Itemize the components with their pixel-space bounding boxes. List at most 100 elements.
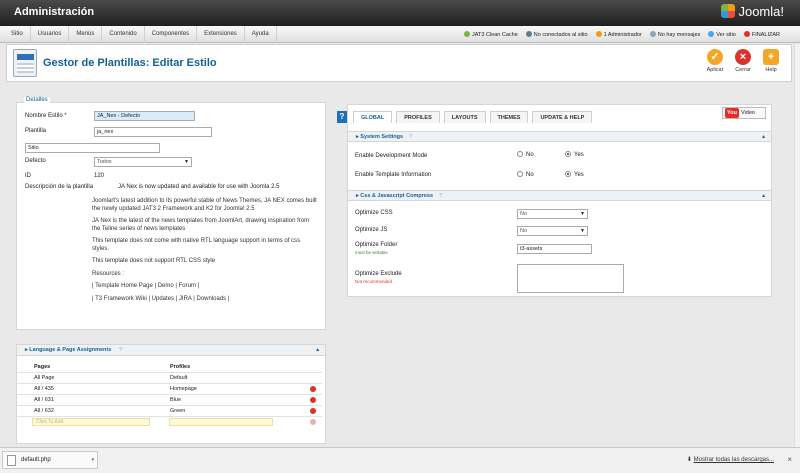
remove-icon	[310, 419, 316, 425]
collapse-icon[interactable]: ▴	[316, 345, 319, 356]
toolbar: Gestor de Plantillas: Editar Estilo ✓ Apl…	[6, 44, 792, 82]
template-label: Plantilla	[25, 128, 47, 134]
close-icon: ×	[735, 49, 751, 65]
template-info-yes-radio[interactable]: Yes	[565, 171, 584, 178]
video-button[interactable]: You Video	[722, 107, 766, 119]
description-label: Descripción de la plantilla	[25, 184, 94, 190]
optimize-css-label: Optimize CSS	[355, 210, 393, 216]
show-all-downloads-link[interactable]: ⬇ Mostrar todas las descargas...	[687, 456, 774, 463]
radio-icon	[517, 151, 523, 157]
table-row: All / 632 Green	[16, 406, 322, 417]
close-icon[interactable]: ×	[787, 455, 792, 464]
help-square-button[interactable]: ?	[337, 111, 347, 123]
tab-update-help[interactable]: UPDATE & HELP	[532, 111, 593, 123]
status-bar: JAT3 Clean Cache No conectados al sitio …	[464, 26, 780, 43]
view-site-link[interactable]: Ver sitio	[708, 31, 736, 38]
collapse-icon[interactable]: ▴	[762, 132, 765, 142]
add-row: Click To Add	[16, 417, 322, 428]
help-button[interactable]: + Help	[757, 49, 785, 73]
page-title: Gestor de Plantillas: Editar Estilo	[43, 57, 217, 69]
resource-links-2[interactable]: | T3 Framework Wiki | Updates | JIRA | D…	[92, 296, 318, 304]
dropdown-arrow-icon: ▼	[580, 228, 585, 234]
optimize-folder-hint: must be writable	[355, 250, 388, 255]
download-bar: default.php ▾ ⬇ Mostrar todas las descarg…	[0, 447, 800, 473]
remove-icon[interactable]	[310, 397, 316, 403]
radio-selected-icon	[565, 171, 571, 177]
add-page-field[interactable]: Click To Add	[32, 418, 150, 426]
monitor-icon	[708, 31, 715, 37]
check-icon: ✓	[707, 49, 723, 65]
dev-mode-yes-radio[interactable]: Yes	[565, 151, 584, 158]
optimize-css-select[interactable]: No ▼	[517, 209, 588, 219]
help-icon[interactable]: ?	[119, 347, 122, 353]
dev-mode-label: Enable Development Mode	[355, 153, 428, 159]
radio-icon	[517, 171, 523, 177]
compress-header[interactable]: ▸ Css & Javascript Compress? ▴	[348, 190, 771, 201]
cache-icon	[464, 31, 470, 37]
optimize-folder-label: Optimize Folder	[355, 242, 398, 248]
mail-icon	[649, 31, 656, 37]
youtube-icon: You	[725, 108, 739, 118]
default-select[interactable]: Todos ▼	[94, 157, 192, 167]
menu-item-extensiones[interactable]: Extensiones	[197, 26, 245, 43]
menu-item-sitio[interactable]: Sitio	[4, 26, 31, 43]
system-settings-header[interactable]: ▸ System Settings? ▴	[348, 131, 771, 142]
tab-themes[interactable]: THEMES	[489, 111, 529, 123]
table-header: Pages Profiles	[16, 362, 322, 373]
logout-link[interactable]: FINALIZAR	[743, 31, 780, 38]
menu-item-componentes[interactable]: Componentes	[145, 26, 198, 43]
radio-selected-icon	[565, 151, 571, 157]
menu-bar: Sitio Usuarios Menús Contenido Component…	[0, 26, 800, 43]
description-first-line: JA Nex is now updated and available for …	[118, 184, 280, 190]
file-icon	[7, 455, 16, 466]
template-description: Joomlart's latest addition to its powerf…	[92, 198, 318, 308]
add-profile-field[interactable]	[169, 418, 273, 426]
client-input[interactable]: Sitio	[25, 143, 160, 153]
template-manager-icon	[13, 49, 37, 77]
tab-layouts[interactable]: LAYOUTS	[443, 111, 486, 123]
collapse-icon[interactable]: ▴	[762, 191, 765, 201]
details-legend: Detalles	[24, 97, 50, 103]
style-name-input[interactable]: JA_Nex - Defecto	[94, 111, 195, 121]
table-row: All / 631 Blue	[16, 395, 322, 406]
description-paragraph: This template does not support RTL CSS s…	[92, 258, 216, 264]
apply-button[interactable]: ✓ Aplicar	[701, 49, 729, 73]
menu-item-contenido[interactable]: Contenido	[102, 26, 145, 43]
description-paragraph: JA Nex is the latest of the news templat…	[92, 218, 310, 232]
dropdown-arrow-icon: ▼	[184, 159, 189, 165]
power-icon	[743, 31, 750, 37]
help-icon[interactable]: ?	[409, 132, 412, 142]
scrollbar[interactable]	[794, 44, 800, 447]
messages-link[interactable]: No hay mensajes	[649, 31, 700, 38]
optimize-exclude-textarea[interactable]	[517, 264, 624, 293]
config-tabs: GLOBAL PROFILES LAYOUTS THEMES UPDATE & …	[353, 111, 593, 123]
admin-title: Administración	[14, 6, 95, 18]
optimize-folder-input[interactable]: t3-assets	[517, 244, 592, 254]
default-label: Defecto	[25, 158, 46, 164]
dropdown-arrow-icon: ▼	[580, 211, 585, 217]
download-item[interactable]: default.php ▾	[2, 451, 98, 469]
template-input[interactable]: ja_nex	[94, 127, 212, 137]
menu-item-ayuda[interactable]: Ayuda	[245, 26, 277, 43]
close-button[interactable]: × Cerrar	[729, 49, 757, 73]
help-icon[interactable]: ?	[439, 191, 442, 201]
optimize-exclude-hint: Not recommended	[355, 279, 393, 284]
optimize-js-select[interactable]: No ▼	[517, 226, 588, 236]
resources-label: Resources :	[92, 270, 125, 277]
joomla-logo[interactable]: Joomla!	[721, 4, 784, 19]
remove-icon[interactable]	[310, 408, 316, 414]
menu-item-usuarios[interactable]: Usuarios	[31, 26, 70, 43]
style-name-label: Nombre Estilo *	[25, 113, 67, 119]
resource-links-1[interactable]: | Template Home Page | Demo | Forum |	[92, 283, 318, 291]
chevron-down-icon[interactable]: ▾	[91, 452, 94, 468]
tab-profiles[interactable]: PROFILES	[396, 111, 440, 123]
assignments-header[interactable]: ▸ Language & Page Assignments ? ▴	[17, 345, 325, 356]
remove-icon[interactable]	[310, 386, 316, 392]
clean-cache-link[interactable]: JAT3 Clean Cache	[464, 31, 518, 38]
dev-mode-no-radio[interactable]: No	[517, 151, 534, 158]
tab-global[interactable]: GLOBAL	[353, 111, 393, 123]
menu-item-menus[interactable]: Menús	[69, 26, 103, 43]
user-icon	[595, 31, 602, 37]
template-info-no-radio[interactable]: No	[517, 171, 534, 178]
lifebuoy-icon: +	[763, 49, 779, 65]
